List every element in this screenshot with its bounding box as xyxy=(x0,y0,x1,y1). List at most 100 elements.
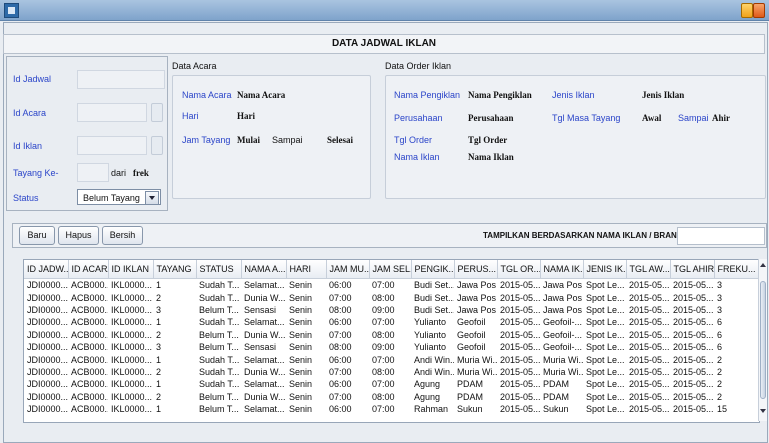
status-select-value: Belum Tayang xyxy=(83,193,140,203)
table-cell: Senin xyxy=(289,329,313,340)
table-cell: 2015-05... xyxy=(629,292,670,303)
table-row[interactable]: JDI0000... ACB000... IKL0000... 1 Sudah T...… xyxy=(24,378,759,390)
table-row[interactable]: JDI0000... ACB000... IKL0000... 2 Sudah T...… xyxy=(24,291,759,303)
table-row[interactable]: JDI0000... ACB000... IKL0000... 2 Belum T...… xyxy=(24,391,759,403)
nama-acara-value: Nama Acara xyxy=(237,90,286,100)
table-cell: Spot Le... xyxy=(586,379,625,390)
table-cell: Spot Le... xyxy=(586,391,625,402)
id-iklan-field[interactable] xyxy=(77,136,147,155)
table-cell: 2015-05... xyxy=(673,366,714,377)
table-cell: Senin xyxy=(289,366,313,377)
table-cell: ACB000... xyxy=(71,391,108,402)
table-cell: Senin xyxy=(289,379,313,390)
nama-acara-label: Nama Acara xyxy=(182,90,232,100)
table-cell: 2015-05... xyxy=(500,354,540,365)
table-cell: Geofoil xyxy=(457,342,486,353)
column-header[interactable]: ID ACARA xyxy=(68,260,109,279)
table-cell: ACB000... xyxy=(71,304,108,315)
nama-pengiklan-label: Nama Pengiklan xyxy=(394,90,461,100)
close-button[interactable] xyxy=(753,3,765,18)
id-jadwal-field[interactable] xyxy=(77,70,165,89)
column-header[interactable]: NAMA IK... xyxy=(540,260,584,279)
table-cell: Sudah T... xyxy=(199,379,240,390)
jadwal-form-panel: Id Jadwal Id Acara Id Iklan Tayang Ke- d… xyxy=(6,56,168,211)
table-cell: 1 xyxy=(156,354,162,365)
table-row[interactable]: JDI0000... ACB000... IKL0000... 1 Sudah T...… xyxy=(24,353,759,365)
column-header[interactable]: TAYANG xyxy=(153,260,197,279)
chevron-down-icon[interactable] xyxy=(145,191,159,205)
search-brand-input[interactable] xyxy=(677,227,765,245)
baru-button[interactable]: Baru xyxy=(19,226,55,245)
table-row[interactable]: JDI0000... ACB000... IKL0000... 1 Belum T...… xyxy=(24,403,759,415)
table-vertical-scrollbar[interactable] xyxy=(758,259,767,421)
column-header[interactable]: TGL AHIR xyxy=(670,260,715,279)
column-header[interactable]: NAMA A... xyxy=(241,260,287,279)
table-cell: 08:00 xyxy=(372,391,395,402)
table-cell: 2015-05... xyxy=(629,404,670,415)
hapus-button[interactable]: Hapus xyxy=(58,226,99,245)
toolbar-panel: Baru Hapus Bersih TAMPILKAN BERDASARKAN … xyxy=(12,223,767,248)
table-cell: JDI0000... xyxy=(27,329,68,340)
table-cell: JDI0000... xyxy=(27,304,68,315)
table-cell: 6 xyxy=(717,317,723,328)
id-iklan-lookup-button[interactable] xyxy=(151,136,163,155)
table-cell: 2015-05... xyxy=(629,304,670,315)
tayang-ke-field[interactable] xyxy=(77,163,109,182)
column-header[interactable]: JAM SEL... xyxy=(369,260,412,279)
table-row[interactable]: JDI0000... ACB000... IKL0000... 1 Sudah T...… xyxy=(24,279,759,292)
column-header[interactable]: PERUS... xyxy=(454,260,498,279)
table-cell: 07:00 xyxy=(372,280,395,291)
table-cell: 2 xyxy=(156,329,162,340)
table-cell: 2015-05... xyxy=(673,379,714,390)
table-cell: 06:00 xyxy=(329,404,352,415)
table-cell: ACB000... xyxy=(71,292,108,303)
column-header[interactable]: FREKU... xyxy=(714,260,759,279)
table-cell: 2015-05... xyxy=(629,342,670,353)
column-header[interactable]: HARI xyxy=(286,260,327,279)
table-cell: Selamat... xyxy=(244,379,285,390)
table-cell: Muria Wi... xyxy=(457,366,497,377)
table-cell: IKL0000... xyxy=(111,280,153,291)
table-cell: IKL0000... xyxy=(111,354,153,365)
table-cell: ACB000... xyxy=(71,354,108,365)
scroll-down-icon[interactable] xyxy=(760,409,766,413)
table-row[interactable]: JDI0000... ACB000... IKL0000... 3 Belum T...… xyxy=(24,304,759,316)
jam-tayang-label: Jam Tayang xyxy=(182,135,231,145)
table-cell: Spot Le... xyxy=(586,329,625,340)
table-row[interactable]: JDI0000... ACB000... IKL0000... 2 Belum T...… xyxy=(24,329,759,341)
table-row[interactable]: JDI0000... ACB000... IKL0000... 2 Sudah T...… xyxy=(24,366,759,378)
column-header[interactable]: ID IKLAN xyxy=(108,260,154,279)
column-header[interactable]: PENGIK... xyxy=(411,260,455,279)
column-header[interactable]: ID JADW... xyxy=(24,260,69,279)
table-cell: ACB000... xyxy=(71,366,108,377)
id-acara-lookup-button[interactable] xyxy=(151,103,163,122)
status-select[interactable]: Belum Tayang xyxy=(77,189,161,205)
table-row[interactable]: JDI0000... ACB000... IKL0000... 1 Sudah T...… xyxy=(24,316,759,328)
table-cell: 2 xyxy=(156,391,162,402)
table-cell: IKL0000... xyxy=(111,329,153,340)
column-header[interactable]: JENIS IK... xyxy=(583,260,627,279)
scroll-up-icon[interactable] xyxy=(760,263,766,267)
table-cell: 2015-05... xyxy=(500,366,540,377)
column-header[interactable]: STATUS xyxy=(196,260,242,279)
table-cell: JDI0000... xyxy=(27,391,68,402)
table-cell: Spot Le... xyxy=(586,342,625,353)
table-cell: 2015-05... xyxy=(629,391,670,402)
minimize-button[interactable] xyxy=(741,3,753,18)
column-header[interactable]: TGL OR... xyxy=(497,260,541,279)
table-cell: ACB000... xyxy=(71,404,108,415)
column-header[interactable]: TGL AW... xyxy=(626,260,671,279)
table-cell: Rahman xyxy=(414,404,449,415)
column-header[interactable]: JAM MU... xyxy=(326,260,370,279)
id-acara-field[interactable] xyxy=(77,103,147,122)
table-cell: 08:00 xyxy=(372,366,395,377)
table-cell: 07:00 xyxy=(329,329,352,340)
jenis-iklan-value: Jenis Iklan xyxy=(642,90,685,100)
table-row[interactable]: JDI0000... ACB000... IKL0000... 3 Belum T...… xyxy=(24,341,759,353)
table-cell: 2015-05... xyxy=(500,391,540,402)
scrollbar-thumb[interactable] xyxy=(760,281,766,399)
table-cell: ACB000... xyxy=(71,317,108,328)
table-cell: 06:00 xyxy=(329,317,352,328)
table-cell: 09:00 xyxy=(372,342,395,353)
bersih-button[interactable]: Bersih xyxy=(102,226,143,245)
